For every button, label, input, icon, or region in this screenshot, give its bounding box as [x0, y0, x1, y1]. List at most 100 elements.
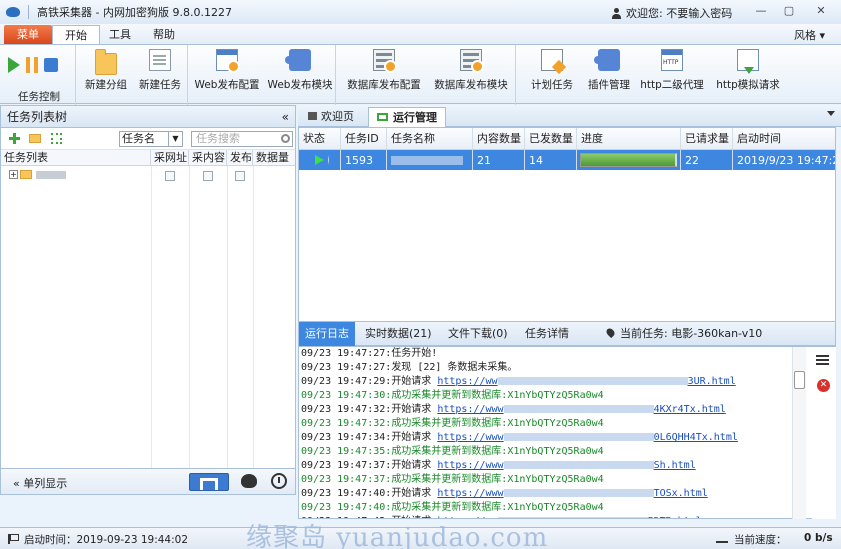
http-simulate-button[interactable]: http模拟请求	[712, 49, 784, 92]
log-line: 09/23 19:47:32:开始请求 https://www 4KXr4Tx.h…	[301, 404, 726, 415]
col-progress[interactable]: 进度	[577, 128, 681, 149]
tab-run-manage[interactable]: 运行管理	[368, 107, 446, 127]
tab-tools[interactable]: 工具	[96, 25, 144, 44]
cloud-download-icon[interactable]	[241, 474, 257, 488]
current-speed-label: 当前速度：	[734, 534, 787, 546]
ribbon-toolbar: 任务控制 新建分组 新建任务 Web发布配置 Web发布模块 数据库发布配置 数…	[0, 44, 841, 105]
task-control-group: 任务控制	[0, 45, 76, 105]
collect-url-checkbox[interactable]	[165, 171, 175, 181]
app-logo-icon	[6, 7, 20, 17]
http-icon: HTTP	[661, 49, 683, 71]
single-column-toggle[interactable]: « 单列显示	[13, 475, 67, 491]
search-icon	[281, 134, 290, 143]
folder-icon[interactable]	[29, 134, 41, 143]
db-publish-module-button[interactable]: 数据库发布模块	[430, 49, 512, 92]
title-bar: 高铁采集器 - 内网加密狗版 9.8.0.1227 欢迎您: 不要输入密码 — …	[0, 0, 841, 24]
tabs-dropdown-icon[interactable]	[827, 111, 835, 116]
log-url-link[interactable]: https://ww 3UR.html	[437, 376, 735, 387]
tab-file-download[interactable]: 文件下载(0)	[442, 322, 514, 346]
col-start-time[interactable]: 启动时间	[733, 128, 835, 149]
col-task-id[interactable]: 任务ID	[341, 128, 387, 149]
web-publish-config-button[interactable]: Web发布配置	[192, 49, 262, 92]
content-count-cell: 21	[473, 150, 525, 170]
publish-checkbox[interactable]	[235, 171, 245, 181]
tab-task-detail[interactable]: 任务详情	[519, 322, 575, 346]
theme-selector[interactable]: 风格 ▾	[794, 27, 825, 43]
col-collect-content[interactable]: 采内容	[189, 150, 227, 165]
status-cell	[299, 150, 341, 170]
log-scrollbar[interactable]	[792, 347, 806, 519]
pause-task-icon[interactable]	[26, 57, 38, 73]
task-name-cell	[387, 150, 473, 170]
col-status[interactable]: 状态	[299, 128, 341, 149]
log-line: 09/23 19:47:40:成功采集并更新到数据库:X1nYbQTYzQ5Ra…	[301, 502, 604, 513]
user-welcome[interactable]: 欢迎您: 不要输入密码	[612, 5, 732, 21]
tab-run-log[interactable]: 运行日志	[299, 322, 355, 346]
col-data-count[interactable]: 数据量	[253, 150, 293, 165]
new-task-button[interactable]: 新建任务	[138, 49, 182, 92]
clear-log-icon[interactable]: ✕	[817, 379, 830, 392]
search-field-select[interactable]: 任务名 ▼	[119, 131, 183, 147]
expand-node-icon[interactable]: +	[9, 170, 18, 179]
menu-icon[interactable]	[816, 355, 829, 357]
log-line: 09/23 19:47:40:开始请求 https://www TOSx.html	[301, 488, 708, 499]
window-title: 高铁采集器 - 内网加密狗版 9.8.0.1227	[37, 6, 232, 19]
collect-content-checkbox[interactable]	[203, 171, 213, 181]
tab-welcome[interactable]: 欢迎页	[300, 107, 362, 127]
task-tree-title: 任务列表树	[7, 110, 68, 124]
start-time-status: 启动时间：2019-09-23 19:44:02	[24, 534, 189, 546]
tab-realtime-data[interactable]: 实时数据(21)	[359, 322, 438, 346]
col-content-count[interactable]: 内容数量	[473, 128, 525, 149]
table-row[interactable]: 1593 21 14 22 2019/9/23 19:47:27	[299, 150, 835, 170]
scheduled-task-button[interactable]: 计划任务	[526, 49, 578, 92]
document-tabs: 欢迎页 运行管理	[298, 105, 841, 127]
log-url-link[interactable]: https://www 4KXr4Tx.html	[437, 404, 725, 415]
log-line: 09/23 19:47:34:开始请求 https://www 0L6QHH4Tx…	[301, 432, 738, 443]
run-log-area[interactable]: 09/23 19:47:27:任务开始! 09/23 19:47:27:发现 [2…	[298, 346, 836, 519]
db-publish-config-button[interactable]: 数据库发布配置	[344, 49, 424, 92]
collapse-panel-button[interactable]: «	[282, 106, 289, 128]
http-proxy-button[interactable]: HTTP http二级代理	[638, 49, 706, 92]
log-url-link[interactable]: https://www TOSx.html	[437, 488, 707, 499]
restore-button[interactable]: ▢	[780, 4, 798, 20]
task-search-input[interactable]: 任务搜索	[191, 131, 293, 147]
expand-all-icon[interactable]	[51, 133, 62, 144]
col-collect-url[interactable]: 采网址	[151, 150, 189, 165]
col-publish[interactable]: 发布	[227, 150, 253, 165]
log-url-link[interactable]: https://www Sh.html	[437, 460, 695, 471]
close-button[interactable]: ✕	[812, 4, 830, 20]
progress-fill	[581, 154, 676, 166]
folder-icon	[95, 49, 117, 75]
current-task-indicator: 当前任务: 电影-360kan-v10	[601, 322, 768, 346]
task-run-grid: 状态 任务ID 任务名称 内容数量 已发数量 进度 已请求量 启动时间 1593…	[298, 127, 836, 322]
tab-start[interactable]: 开始	[52, 25, 100, 44]
start-task-icon[interactable]	[8, 57, 20, 73]
database-config-icon	[373, 49, 397, 73]
task-tree-columns: 任务列表 采网址 采内容 发布 数据量	[1, 150, 295, 166]
task-tree-toolbar: 任务名 ▼ 任务搜索	[1, 128, 295, 150]
task-id-cell: 1593	[341, 150, 387, 170]
plugin-manage-button[interactable]: 插件管理	[584, 49, 634, 92]
minimize-button[interactable]: —	[752, 4, 770, 20]
tree-row[interactable]: +	[9, 170, 66, 179]
web-config-icon	[216, 49, 240, 73]
col-requested[interactable]: 已请求量	[681, 128, 733, 149]
col-task-name[interactable]: 任务名称	[387, 128, 473, 149]
new-group-button[interactable]: 新建分组	[84, 49, 128, 92]
clock-icon[interactable]	[271, 473, 287, 489]
hierarchy-icon[interactable]	[189, 473, 229, 491]
plugin-icon	[594, 49, 620, 71]
main-menu-button[interactable]: 菜单	[4, 25, 52, 44]
menu-bar: 菜单 开始 工具 帮助 风格 ▾	[0, 24, 841, 44]
stop-task-icon[interactable]	[44, 58, 58, 72]
col-task-list[interactable]: 任务列表	[1, 150, 151, 165]
log-url-link[interactable]: https://www 0L6QHH4Tx.html	[437, 432, 738, 443]
user-icon	[612, 7, 621, 19]
tab-help[interactable]: 帮助	[140, 25, 188, 44]
progress-cell	[577, 150, 681, 170]
col-sent-count[interactable]: 已发数量	[525, 128, 577, 149]
current-speed-value: 0 b/s	[804, 532, 833, 544]
scrollbar-thumb[interactable]	[794, 371, 805, 389]
web-publish-module-button[interactable]: Web发布模块	[266, 49, 334, 92]
add-icon[interactable]	[9, 133, 20, 144]
